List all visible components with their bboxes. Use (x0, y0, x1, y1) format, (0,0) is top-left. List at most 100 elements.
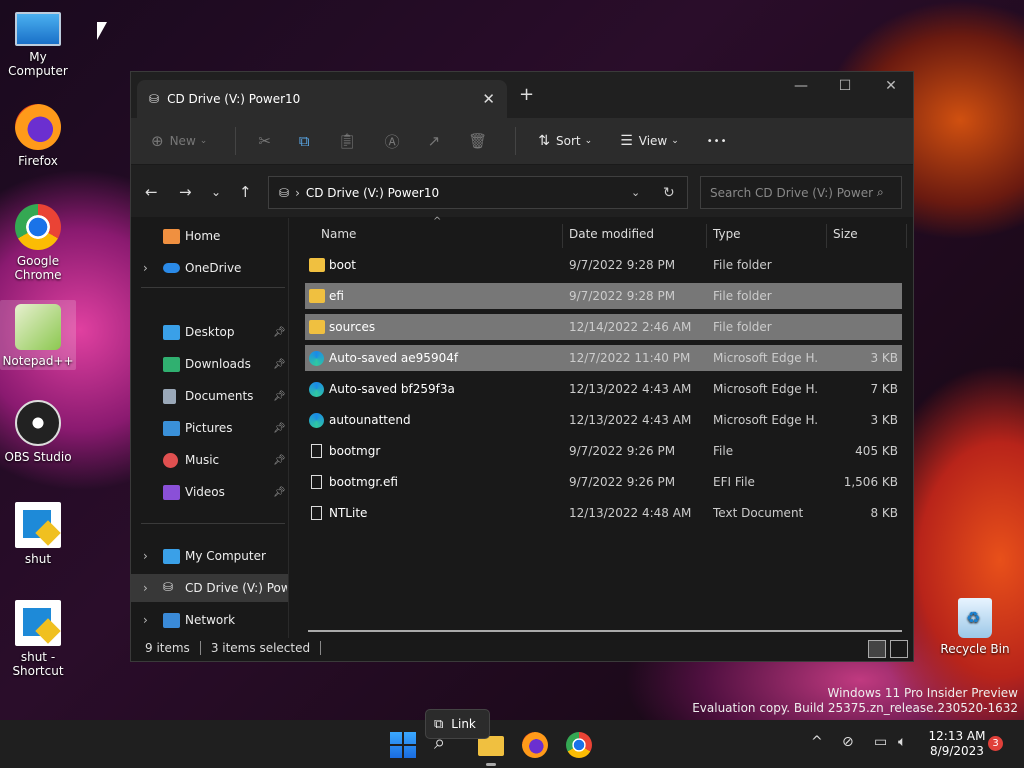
file-row-auto-saved-ae95904f[interactable]: Auto-saved ae95904f 12/7/2022 11:40 PM Mic… (305, 345, 902, 371)
copy-icon[interactable]: ⧉ (299, 132, 310, 150)
title-bar[interactable]: ⛁ CD Drive (V:) Power10 ✕ + — ☐ ✕ (131, 72, 913, 118)
cut-icon[interactable]: ✂ (258, 132, 271, 150)
share-icon[interactable]: ↗ (428, 132, 441, 150)
column-header-date-modified[interactable]: Date modified (569, 227, 654, 251)
plus-circle-icon: ⊕ (151, 132, 164, 150)
close-window-button[interactable]: ✕ (868, 78, 914, 94)
desktop-icon-my-computer[interactable]: My Computer (0, 10, 76, 78)
file-explorer-taskbar-icon[interactable] (478, 736, 504, 756)
refresh-icon[interactable]: ↻ (663, 185, 675, 201)
chevron-right-icon[interactable]: › (143, 613, 148, 627)
minimize-button[interactable]: — (778, 78, 824, 94)
desktop-icon-shut-shortcut[interactable]: shut - Shortcut (0, 600, 76, 678)
pin-icon[interactable]: 📌︎ (273, 423, 286, 434)
sidebar-item-downloads[interactable]: Downloads 📌︎ (131, 350, 288, 378)
search-input[interactable]: Search CD Drive (V:) Power10 ⌕ (700, 176, 902, 209)
desktop-icon-shut[interactable]: shut (0, 502, 76, 566)
firefox-taskbar-icon[interactable] (522, 732, 548, 758)
more-options-button[interactable]: ••• (707, 136, 728, 147)
horizontal-scrollbar[interactable] (308, 630, 902, 632)
address-bar[interactable]: ⛁ › CD Drive (V:) Power10 ⌄ ↻ (268, 176, 688, 209)
taskbar: ⌕ ^ ⊘ ▭ 🔈︎ (0, 720, 1024, 768)
active-app-indicator (486, 763, 496, 766)
maximize-button[interactable]: ☐ (822, 78, 868, 94)
forward-arrow-icon[interactable]: → (179, 183, 192, 201)
file-row-autounattend[interactable]: autounattend 12/13/2022 4:43 AM Microsoft … (305, 407, 902, 433)
desktop-icon-obs-studio[interactable]: OBS Studio (0, 400, 76, 464)
file-row-sources[interactable]: sources 12/14/2022 2:46 AM File folder (305, 314, 902, 340)
delete-icon[interactable]: 🗑︎ (468, 132, 487, 150)
recent-locations-chevron-icon[interactable]: ⌄ (211, 185, 221, 199)
column-header-type[interactable]: Type (713, 227, 741, 251)
chevron-right-icon[interactable]: › (143, 581, 148, 595)
sidebar-item-home[interactable]: Home (131, 222, 288, 250)
pin-icon[interactable]: 📌︎ (273, 391, 286, 402)
sidebar-item-music[interactable]: Music 📌︎ (131, 446, 288, 474)
sidebar-item-videos[interactable]: Videos 📌︎ (131, 478, 288, 506)
display-icon[interactable]: ▭ (874, 734, 887, 750)
mouse-cursor-icon (97, 22, 107, 40)
notification-badge[interactable]: 3 (988, 736, 1003, 751)
file-row-auto-saved-bf259f3a[interactable]: Auto-saved bf259f3a 12/13/2022 4:43 AM Mic… (305, 376, 902, 402)
start-button[interactable] (390, 732, 416, 758)
paste-icon[interactable]: 📋︎ (338, 132, 357, 150)
file-row-bootmgr-efi[interactable]: bootmgr.efi 9/7/2022 9:26 PM EFI File 1,506… (305, 469, 902, 495)
item-count: 9 items (145, 641, 190, 655)
back-arrow-icon[interactable]: ← (145, 183, 158, 201)
text-document-icon (311, 506, 322, 520)
sidebar-item-network[interactable]: › Network (131, 606, 288, 634)
divider (906, 224, 907, 248)
pin-icon[interactable]: 📌︎ (273, 327, 286, 338)
rename-icon[interactable]: Ⓐ (385, 131, 400, 152)
divider (826, 224, 827, 248)
view-button[interactable]: ☰ View ⌄ (620, 133, 679, 149)
desktop-icon-recycle-bin[interactable]: ♻ Recycle Bin (937, 598, 1013, 656)
up-arrow-icon[interactable]: ↑ (239, 183, 252, 201)
navigation-pane-scrollbar[interactable] (288, 218, 289, 638)
new-tab-button[interactable]: + (519, 84, 534, 105)
status-bar: 9 items 3 items selected (131, 635, 915, 661)
network-disconnected-icon[interactable]: ⊘ (842, 734, 854, 750)
desktop-icon-google-chrome[interactable]: Google Chrome (0, 204, 76, 282)
close-tab-button[interactable]: ✕ (482, 90, 495, 108)
sidebar-item-documents[interactable]: Documents 📌︎ (131, 382, 288, 410)
new-button[interactable]: ⊕ New ⌄ (151, 132, 207, 150)
sort-button[interactable]: ⇅ Sort ⌄ (538, 133, 592, 149)
file-row-ntlite[interactable]: NTLite 12/13/2022 4:48 AM Text Document 8 K… (305, 500, 902, 526)
pin-icon[interactable]: 📌︎ (273, 455, 286, 466)
shortcut-app-icon (15, 502, 61, 548)
sidebar-item-onedrive[interactable]: › OneDrive (131, 254, 288, 282)
external-link-icon: ⧉ (434, 716, 444, 732)
file-row-bootmgr[interactable]: bootmgr 9/7/2022 9:26 PM File 405 KB (305, 438, 902, 464)
document-icon (163, 388, 176, 404)
column-header-size[interactable]: Size (833, 227, 858, 251)
link-tooltip: ⧉ Link (425, 709, 490, 739)
system-clock[interactable]: 12:13 AM 8/9/2023 (922, 729, 992, 759)
tab-title: CD Drive (V:) Power10 (167, 92, 301, 106)
sidebar-item-pictures[interactable]: Pictures 📌︎ (131, 414, 288, 442)
folder-icon (309, 320, 325, 334)
sidebar-item-my-computer[interactable]: › My Computer (131, 542, 288, 570)
details-view-button[interactable] (868, 640, 886, 658)
file-row-boot[interactable]: boot 9/7/2022 9:28 PM File folder (305, 252, 902, 278)
divider (235, 127, 237, 155)
sidebar-item-desktop[interactable]: Desktop 📌︎ (131, 318, 288, 346)
chevron-right-icon[interactable]: › (143, 261, 148, 275)
large-icons-view-button[interactable] (890, 640, 908, 658)
desktop-icon-notepad-plus-plus[interactable]: Notepad++ (0, 300, 76, 370)
pin-icon[interactable]: 📌︎ (273, 487, 286, 498)
volume-icon[interactable]: 🔈︎ (898, 734, 906, 750)
address-dropdown-icon[interactable]: ⌄ (631, 186, 640, 199)
file-row-efi[interactable]: efi 9/7/2022 9:28 PM File folder (305, 283, 902, 309)
column-header-name[interactable]: Name (321, 227, 356, 251)
divider (141, 287, 285, 288)
chevron-right-icon[interactable]: › (143, 549, 148, 563)
desktop-icon-firefox[interactable]: Firefox (0, 104, 76, 168)
pin-icon[interactable]: 📌︎ (273, 359, 286, 370)
sidebar-item-cd-drive[interactable]: ›⛁CD Drive (V:) Power10 (131, 574, 288, 602)
breadcrumb[interactable]: CD Drive (V:) Power10 (306, 186, 439, 200)
show-hidden-icons-chevron-icon[interactable]: ^ (811, 734, 823, 750)
pictures-icon (163, 420, 180, 436)
tab-cd-drive[interactable]: ⛁ CD Drive (V:) Power10 ✕ (137, 80, 507, 118)
chrome-taskbar-icon[interactable] (566, 732, 592, 758)
